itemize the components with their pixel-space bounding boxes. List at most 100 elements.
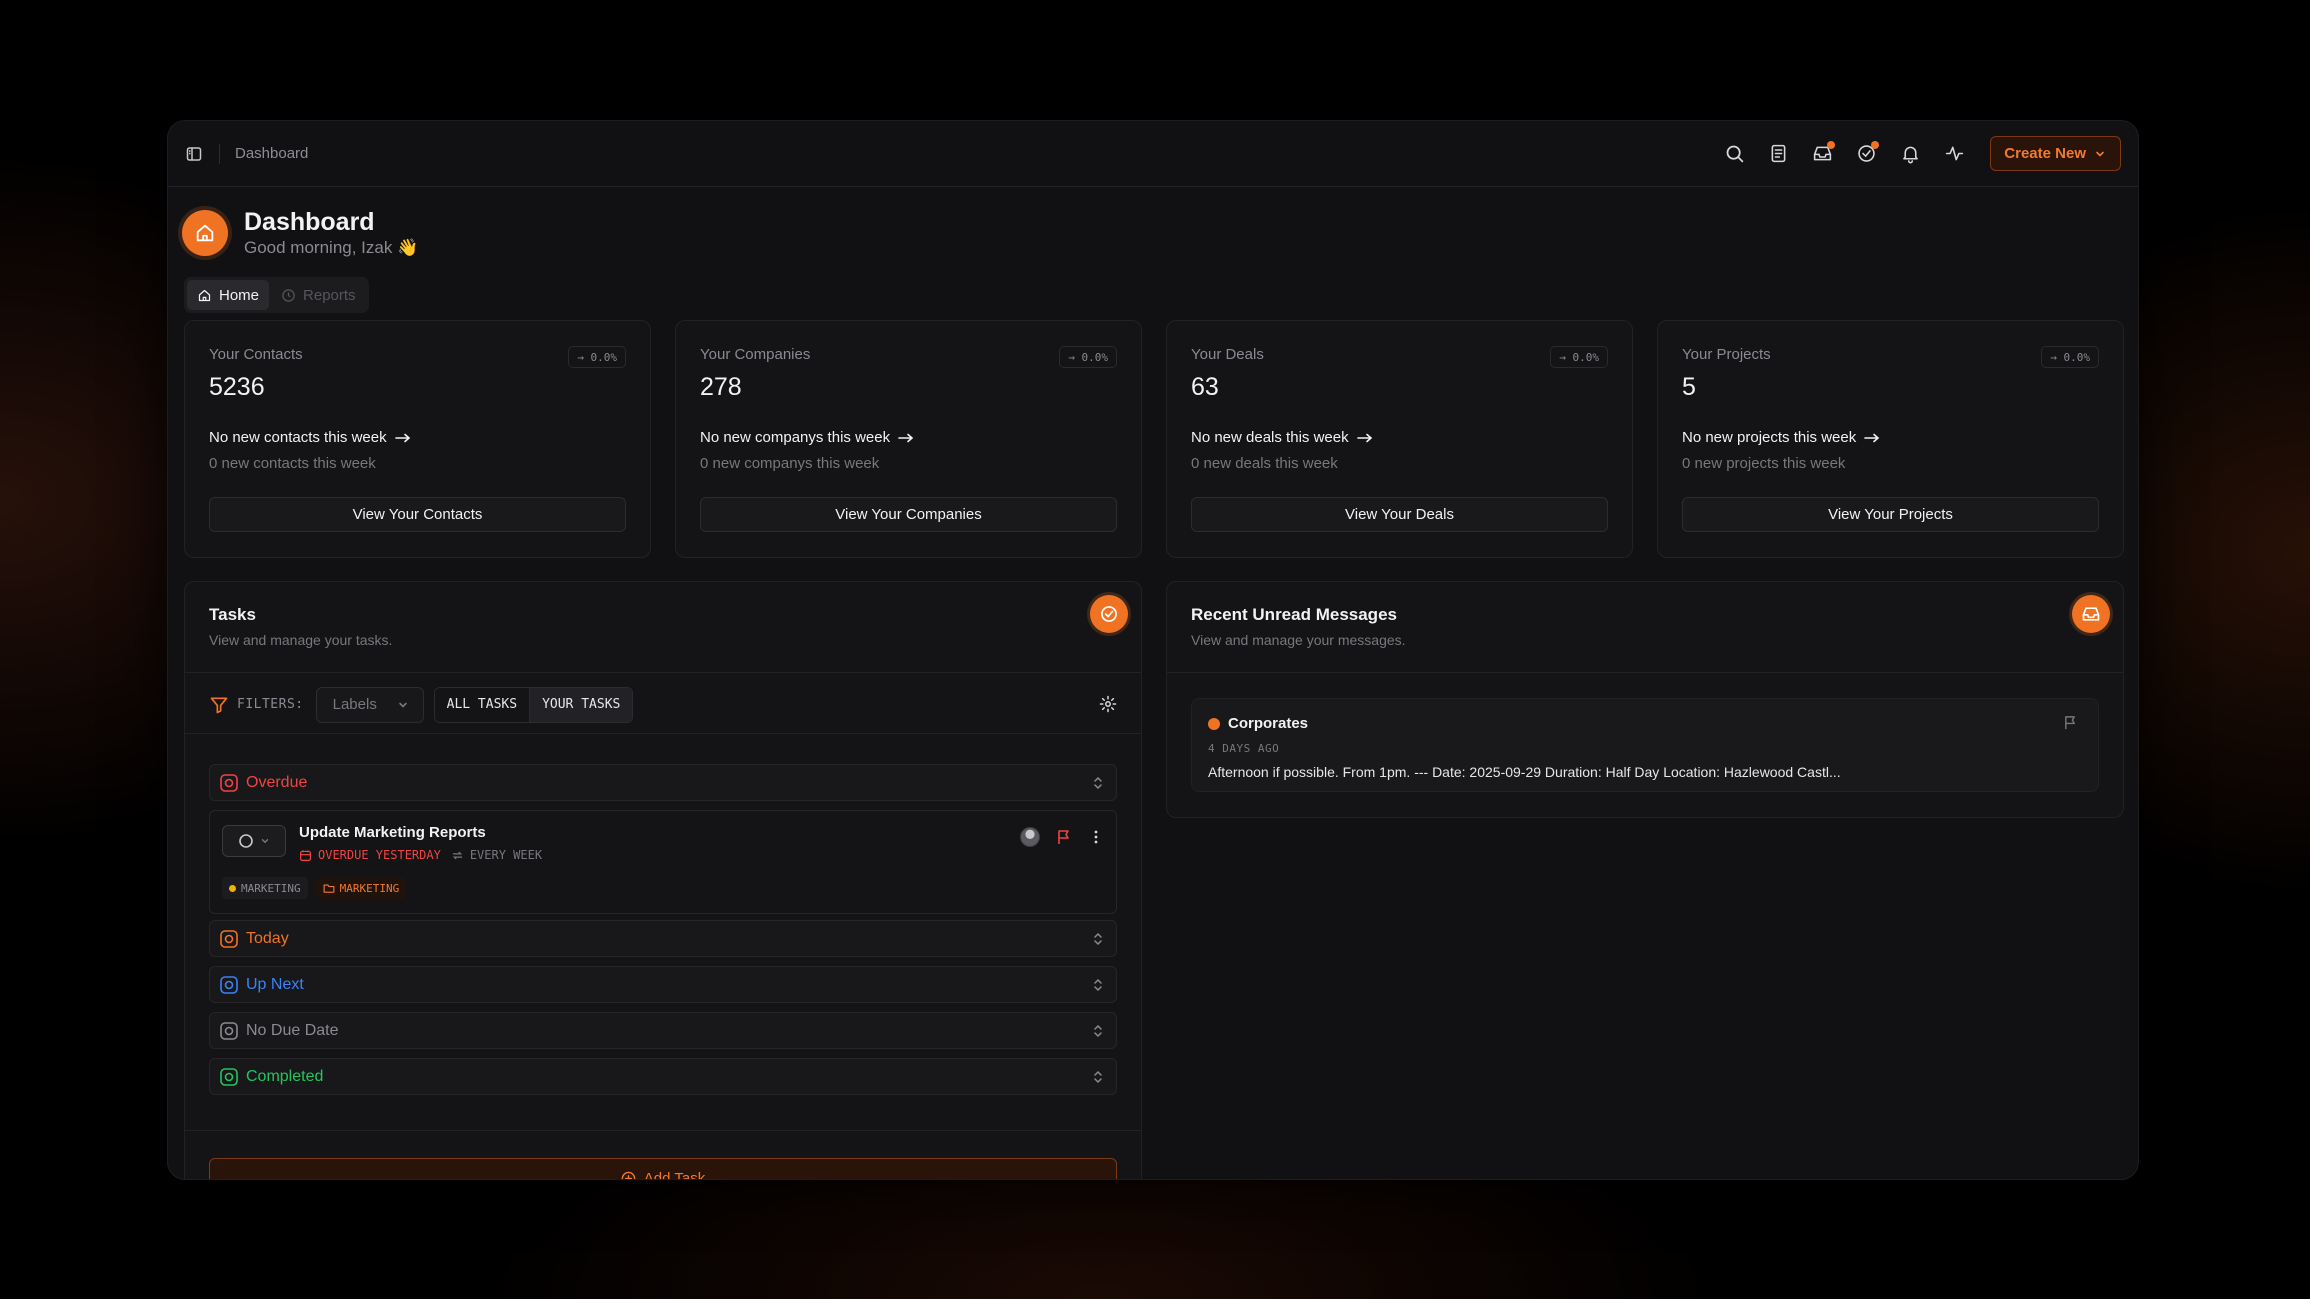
stat-sub: 0 new companys this week <box>700 455 880 472</box>
messages-title: Recent Unread Messages <box>1191 605 1397 624</box>
group-label: Overdue <box>246 773 308 791</box>
task-status-select[interactable] <box>222 825 286 857</box>
group-label: Completed <box>246 1067 324 1085</box>
target-icon <box>220 929 238 948</box>
due-date: OVERDUE YESTERDAY <box>299 848 441 862</box>
create-new-button[interactable]: Create New <box>1990 136 2121 171</box>
flag-icon[interactable] <box>2063 715 2078 730</box>
projects-card: Your Projects → 0.0% 5 No new projects t… <box>1657 320 2124 558</box>
project-chip[interactable]: MARKETING <box>315 877 407 899</box>
task-item[interactable]: Update Marketing Reports OVERDUE YESTERD… <box>209 810 1117 914</box>
stat-headline[interactable]: No new projects this week <box>1682 429 1880 446</box>
stat-value: 5236 <box>209 373 265 401</box>
group-label: Today <box>246 929 289 947</box>
stat-sub: 0 new projects this week <box>1682 455 1846 472</box>
change-badge: → 0.0% <box>1059 346 1117 368</box>
tasks-title: Tasks <box>209 605 256 624</box>
activity-icon[interactable] <box>1932 132 1976 176</box>
stat-headline[interactable]: No new contacts this week <box>209 429 411 446</box>
stat-headline[interactable]: No new deals this week <box>1191 429 1373 446</box>
tasks-badge <box>1871 140 1880 149</box>
arrow-right-icon <box>1356 433 1372 442</box>
divider <box>185 672 1141 673</box>
due-text: OVERDUE YESTERDAY <box>318 848 441 862</box>
view-deals-button[interactable]: View Your Deals <box>1191 497 1608 532</box>
gear-icon[interactable] <box>1099 695 1117 713</box>
unread-dot <box>1208 717 1220 730</box>
message-item[interactable]: Corporates 4 DAYS AGO Afternoon if possi… <box>1191 698 2099 792</box>
group-label: No Due Date <box>246 1021 339 1039</box>
inbox-icon[interactable] <box>1800 132 1844 176</box>
view-projects-button[interactable]: View Your Projects <box>1682 497 2099 532</box>
stat-headline-text: No new projects this week <box>1682 429 1857 446</box>
change-badge: → 0.0% <box>568 346 626 368</box>
all-tasks-toggle[interactable]: ALL TASKS <box>434 687 531 722</box>
target-icon <box>220 773 238 792</box>
clock-icon <box>282 288 295 302</box>
group-completed[interactable]: Completed <box>209 1058 1117 1095</box>
stat-headline-text: No new contacts this week <box>209 429 387 446</box>
label-chip-text: MARKETING <box>241 881 301 895</box>
task-meta: OVERDUE YESTERDAY EVERY WEEK <box>299 848 542 862</box>
stat-label: Your Companies <box>700 346 811 363</box>
task-scope-toggle: ALL TASKS YOUR TASKS <box>433 686 634 723</box>
group-up-next[interactable]: Up Next <box>209 966 1117 1003</box>
your-tasks-toggle[interactable]: YOUR TASKS <box>530 687 633 722</box>
add-task-label: Add Task <box>643 1169 706 1180</box>
search-icon[interactable] <box>1712 132 1756 176</box>
assignee-avatar[interactable] <box>1020 827 1040 847</box>
group-label: Up Next <box>246 975 304 993</box>
group-today[interactable]: Today <box>209 920 1117 957</box>
project-chip-text: MARKETING <box>339 881 400 895</box>
page-title: Dashboard <box>244 208 375 236</box>
view-tabs: Home Reports <box>184 277 369 313</box>
folder-icon <box>323 884 335 893</box>
view-contacts-button[interactable]: View Your Contacts <box>209 497 626 532</box>
sidebar-toggle-icon[interactable] <box>185 145 203 163</box>
target-icon <box>220 975 238 994</box>
tasks-panel: Tasks View and manage your tasks. FILTER… <box>184 581 1142 1180</box>
calendar-icon <box>300 849 311 861</box>
page-header: Dashboard Good morning, Izak 👋 <box>182 207 418 258</box>
messages-panel: Recent Unread Messages View and manage y… <box>1166 581 2124 818</box>
bell-icon[interactable] <box>1888 132 1932 176</box>
message-time: 4 DAYS AGO <box>1208 742 1280 755</box>
group-no-due-date[interactable]: No Due Date <box>209 1012 1117 1049</box>
task-title[interactable]: Update Marketing Reports <box>299 824 486 841</box>
repeat-info: EVERY WEEK <box>451 848 542 862</box>
change-badge: → 0.0% <box>1550 346 1608 368</box>
task-actions <box>1020 827 1104 847</box>
more-vertical-icon[interactable] <box>1088 829 1104 845</box>
chevron-down-icon <box>261 839 269 844</box>
filter-icon <box>210 697 228 713</box>
divider <box>1167 672 2123 673</box>
flag-icon[interactable] <box>1056 829 1072 845</box>
view-companies-button[interactable]: View Your Companies <box>700 497 1117 532</box>
tasks-badge-icon <box>1090 595 1128 633</box>
greeting: Good morning, Izak 👋 <box>244 238 419 257</box>
breadcrumb: Dashboard <box>235 145 309 162</box>
group-overdue[interactable]: Overdue <box>209 764 1117 801</box>
repeat-icon <box>452 851 463 859</box>
tasks-subtitle: View and manage your tasks. <box>209 632 393 648</box>
add-task-button[interactable]: Add Task <box>209 1158 1117 1180</box>
tab-reports[interactable]: Reports <box>271 280 366 310</box>
create-new-label: Create New <box>2004 145 2086 162</box>
tab-home[interactable]: Home <box>187 280 270 310</box>
arrow-right-icon <box>1864 433 1880 442</box>
message-sender-name: Corporates <box>1228 715 1309 732</box>
target-icon <box>220 1067 238 1086</box>
tasks-icon[interactable] <box>1844 132 1888 176</box>
stat-headline[interactable]: No new companys this week <box>700 429 914 446</box>
stat-sub: 0 new contacts this week <box>209 455 376 472</box>
task-chips: MARKETING MARKETING <box>222 877 407 899</box>
labels-select[interactable]: Labels <box>315 686 424 723</box>
companies-card: Your Companies → 0.0% 278 No new company… <box>675 320 1142 558</box>
chevron-down-icon <box>2096 151 2104 157</box>
stat-headline-text: No new deals this week <box>1191 429 1349 446</box>
chevron-up-down-icon <box>1094 932 1102 945</box>
tab-home-label: Home <box>219 286 260 304</box>
notes-icon[interactable] <box>1756 132 1800 176</box>
stat-value: 278 <box>700 373 742 401</box>
label-chip[interactable]: MARKETING <box>222 877 308 899</box>
